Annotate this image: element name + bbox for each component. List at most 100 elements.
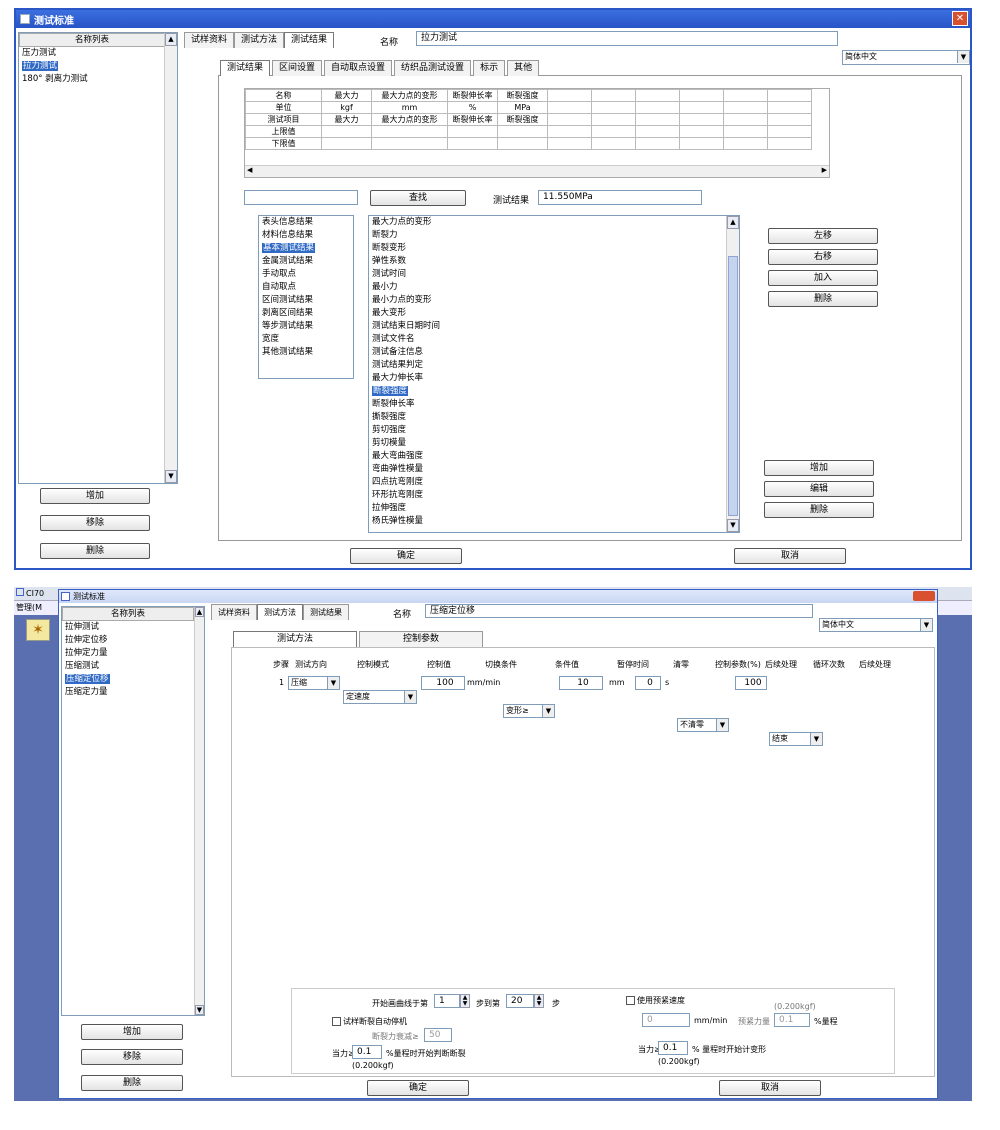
table-cell[interactable] bbox=[679, 125, 724, 138]
control-param-input[interactable]: 100 bbox=[735, 676, 767, 690]
top-find-button[interactable]: 查找 bbox=[370, 190, 466, 206]
table-cell[interactable] bbox=[497, 137, 548, 150]
auto-stop-checkbox[interactable]: 试样断裂自动停机 bbox=[332, 1016, 407, 1027]
list-item[interactable]: 撕裂强度 bbox=[369, 411, 739, 424]
list-item[interactable]: 测试文件名 bbox=[369, 333, 739, 346]
table-cell[interactable] bbox=[447, 125, 498, 138]
table-cell[interactable] bbox=[723, 101, 768, 114]
mode-select[interactable]: 定速度 ▼ bbox=[343, 690, 417, 704]
table-cell[interactable]: 最大力 bbox=[321, 113, 372, 126]
chevron-down-icon[interactable]: ▼ bbox=[542, 705, 554, 717]
menu-fragment[interactable]: 管理(M bbox=[16, 603, 42, 612]
curve-start-spinner-icon[interactable]: ▲ ▼ bbox=[460, 994, 470, 1008]
list-item[interactable]: 最大力点的变形 bbox=[369, 216, 739, 229]
table-cell[interactable] bbox=[371, 125, 448, 138]
table-cell[interactable] bbox=[447, 137, 498, 150]
bottom-name-field[interactable]: 压缩定位移 bbox=[425, 604, 813, 618]
scroll-thumb[interactable] bbox=[728, 256, 738, 516]
list-item[interactable]: 四点抗弯刚度 bbox=[369, 476, 739, 489]
list-item[interactable]: 剪切强度 bbox=[369, 424, 739, 437]
sub-tab-4[interactable]: 标示 bbox=[473, 60, 506, 76]
chevron-down-icon[interactable]: ▼ bbox=[716, 719, 728, 731]
direction-select[interactable]: 压缩 ▼ bbox=[288, 676, 340, 690]
list-item[interactable]: 最大弯曲强度 bbox=[369, 450, 739, 463]
switch-condition-select[interactable]: 变形≥ ▼ bbox=[503, 704, 555, 718]
move-button-0[interactable]: 左移 bbox=[768, 228, 878, 244]
list-item[interactable]: 测试备注信息 bbox=[369, 346, 739, 359]
preload-force-input[interactable]: 0.1 bbox=[774, 1013, 810, 1027]
list-item[interactable]: 断裂变形 bbox=[369, 242, 739, 255]
sub-tab-0[interactable]: 测试方法 bbox=[233, 631, 357, 647]
sub-tab-0[interactable]: 测试结果 bbox=[220, 60, 271, 76]
list-item[interactable]: 弯曲弹性模量 bbox=[369, 463, 739, 476]
list-item[interactable]: 手动取点 bbox=[259, 268, 353, 281]
chevron-down-icon[interactable]: ▼ bbox=[810, 733, 822, 745]
table-cell[interactable]: 最大力点的变形 bbox=[371, 113, 448, 126]
table-cell[interactable] bbox=[591, 137, 636, 150]
step-to-input[interactable]: 20 bbox=[506, 994, 534, 1008]
move-button-1[interactable]: 右移 bbox=[768, 249, 878, 265]
top-name-field[interactable]: 拉力测试 bbox=[416, 31, 838, 46]
table-cell[interactable] bbox=[767, 137, 812, 150]
table-cell[interactable] bbox=[321, 137, 372, 150]
sub-tab-2[interactable]: 自动取点设置 bbox=[324, 60, 393, 76]
table-cell[interactable] bbox=[767, 113, 812, 126]
force-input[interactable]: 0.1 bbox=[352, 1045, 382, 1059]
table-cell[interactable] bbox=[767, 125, 812, 138]
table-cell[interactable] bbox=[547, 113, 592, 126]
pause-input[interactable]: 0 bbox=[635, 676, 661, 690]
chevron-down-icon[interactable]: ▼ bbox=[957, 51, 969, 63]
table-cell[interactable]: kgf bbox=[321, 101, 372, 114]
list-item[interactable]: 压缩定位移 bbox=[62, 673, 204, 686]
preload-checkbox[interactable]: 使用预紧速度 bbox=[626, 995, 685, 1006]
tab-0[interactable]: 试样资料 bbox=[211, 604, 257, 620]
tab-0[interactable]: 试样资料 bbox=[184, 32, 235, 48]
list-item[interactable]: 断裂强度 bbox=[369, 385, 739, 398]
list-item[interactable]: 测试结果判定 bbox=[369, 359, 739, 372]
list-item[interactable]: 最大力伸长率 bbox=[369, 372, 739, 385]
top-delete-button[interactable]: 删除 bbox=[40, 543, 150, 559]
list-item[interactable]: 拉伸强度 bbox=[369, 502, 739, 515]
bottom-cancel-button[interactable]: 取消 bbox=[719, 1080, 821, 1096]
table-cell[interactable] bbox=[591, 113, 636, 126]
scroll-left-icon[interactable]: ◀ bbox=[247, 166, 252, 174]
table-cell[interactable]: 断裂伸长率 bbox=[447, 113, 498, 126]
table-cell[interactable] bbox=[547, 101, 592, 114]
table-cell[interactable] bbox=[547, 125, 592, 138]
table-cell[interactable] bbox=[547, 89, 592, 102]
table-cell[interactable]: 断裂伸长率 bbox=[447, 89, 498, 102]
close-icon[interactable] bbox=[913, 591, 935, 601]
sub-tab-5[interactable]: 其他 bbox=[507, 60, 540, 76]
table-cell[interactable]: 断裂强度 bbox=[497, 113, 548, 126]
list-item[interactable]: 宽度 bbox=[259, 333, 353, 346]
scroll-down-icon[interactable]: ▼ bbox=[165, 470, 177, 483]
top-language-select[interactable]: 简体中文 ▼ bbox=[842, 50, 970, 65]
list-item[interactable]: 金属测试结果 bbox=[259, 255, 353, 268]
table-cell[interactable]: 最大力 bbox=[321, 89, 372, 102]
list-item[interactable]: 材料信息结果 bbox=[259, 229, 353, 242]
list-item[interactable]: 压缩定力量 bbox=[62, 686, 204, 699]
table-cell[interactable]: 最大力点的变形 bbox=[371, 89, 448, 102]
list-item[interactable]: 基本测试结果 bbox=[259, 242, 353, 255]
table-cell[interactable] bbox=[635, 125, 680, 138]
table-cell[interactable]: mm bbox=[371, 101, 448, 114]
tab-1[interactable]: 测试方法 bbox=[257, 604, 303, 620]
table-cell[interactable] bbox=[635, 113, 680, 126]
table-cell[interactable] bbox=[679, 101, 724, 114]
edit-button-2[interactable]: 删除 bbox=[764, 502, 874, 518]
sub-tab-1[interactable]: 控制参数 bbox=[359, 631, 483, 647]
list-item[interactable]: 其他测试结果 bbox=[259, 346, 353, 359]
close-icon[interactable]: ✕ bbox=[952, 11, 968, 26]
table-cell[interactable] bbox=[723, 89, 768, 102]
list-item[interactable]: 等步测试结果 bbox=[259, 320, 353, 333]
top-add-button[interactable]: 增加 bbox=[40, 488, 150, 504]
table-cell[interactable] bbox=[497, 125, 548, 138]
top-ok-button[interactable]: 确定 bbox=[350, 548, 462, 564]
decay-input[interactable]: 50 bbox=[424, 1028, 452, 1042]
list-item[interactable]: 压力测试 bbox=[19, 47, 177, 60]
sub-tab-1[interactable]: 区间设置 bbox=[272, 60, 323, 76]
tab-2[interactable]: 测试结果 bbox=[303, 604, 349, 620]
bottom-ok-button[interactable]: 确定 bbox=[367, 1080, 469, 1096]
table-cell[interactable] bbox=[723, 113, 768, 126]
list-item[interactable]: 最小力 bbox=[369, 281, 739, 294]
